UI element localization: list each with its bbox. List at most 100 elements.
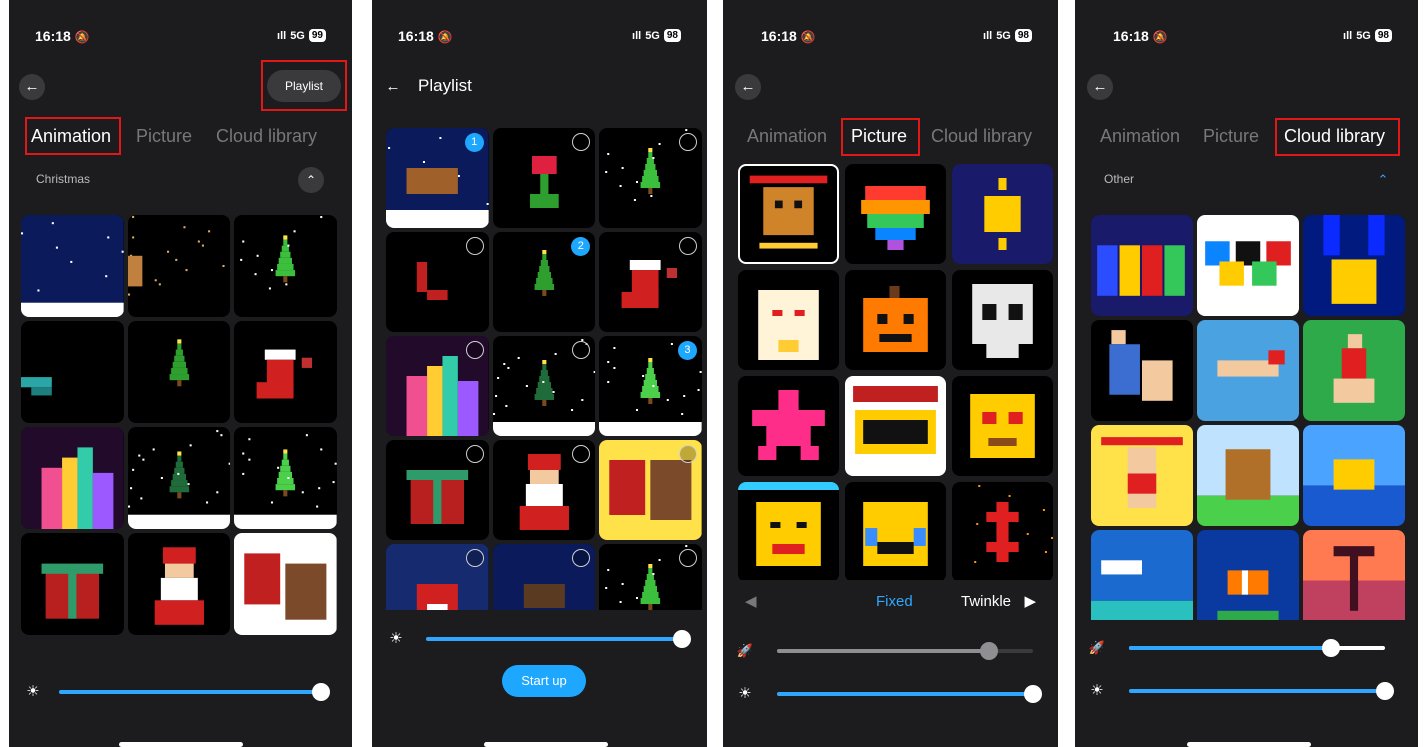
grid-tile-glitter-rain[interactable] xyxy=(127,215,231,317)
selection-order-badge[interactable]: 3 xyxy=(677,341,697,360)
slider-knob[interactable] xyxy=(673,630,691,648)
brightness-slider[interactable]: ☀ xyxy=(735,684,1042,704)
tab-animation[interactable]: Animation xyxy=(747,126,827,147)
next-mode-icon[interactable]: ▶ xyxy=(1024,592,1036,610)
brightness-slider[interactable]: ☀ xyxy=(386,629,691,649)
mode-fixed[interactable]: Fixed xyxy=(876,593,913,610)
grid-tile-weightlifter[interactable] xyxy=(1091,425,1193,526)
grid-tile-clownfish[interactable] xyxy=(1197,530,1299,620)
grid-tile-tree-small[interactable] xyxy=(599,544,702,610)
tab-animation[interactable]: Animation xyxy=(1100,126,1180,147)
back-button[interactable]: ← xyxy=(380,74,406,100)
grid-tile-star[interactable] xyxy=(738,376,839,476)
grid-tile-dollar[interactable] xyxy=(952,482,1053,580)
playlist-button[interactable]: Playlist xyxy=(267,70,341,102)
grid-tile-2024[interactable] xyxy=(1091,215,1193,316)
grid-tile-night-snow[interactable] xyxy=(21,215,124,317)
grid-tile-tree-small[interactable] xyxy=(599,128,702,228)
grid-tile-gift-box[interactable] xyxy=(386,440,489,540)
signal-icon: ıll xyxy=(1343,29,1353,42)
grid-tile-sky[interactable] xyxy=(1091,530,1193,620)
status-bar: 16:18 🔕 ıll 5G 98 xyxy=(372,28,707,48)
select-circle-icon[interactable] xyxy=(678,237,697,255)
collapse-icon[interactable]: ⌃ xyxy=(1370,167,1396,193)
back-button[interactable]: ← xyxy=(1087,74,1113,100)
grid-tile-sun[interactable] xyxy=(952,164,1053,264)
crying-laugh-icon xyxy=(863,502,928,566)
back-button[interactable]: ← xyxy=(735,74,761,100)
grid-tile-santa-reindeer-yellow[interactable] xyxy=(599,440,702,540)
speed-slider[interactable]: 🚀 xyxy=(1087,638,1392,658)
grid-tile-smiley[interactable] xyxy=(738,482,839,580)
grid-tile-snow-tree[interactable] xyxy=(127,427,231,529)
grid-tile-snow-tree[interactable] xyxy=(492,336,596,436)
back-button[interactable]: ← xyxy=(19,74,45,100)
slider-knob[interactable] xyxy=(1322,639,1341,657)
grid-tile-stocking[interactable] xyxy=(599,232,702,332)
grid-tile-reindeer-dark[interactable] xyxy=(492,544,596,610)
grid-tile-red-moon[interactable] xyxy=(386,232,489,332)
select-circle-icon[interactable] xyxy=(465,237,484,255)
grid-tile-heart-eyes[interactable] xyxy=(952,376,1053,476)
tab-cloud-library[interactable]: Cloud library xyxy=(1284,126,1385,147)
tab-animation[interactable]: Animation xyxy=(31,126,111,147)
grid-tile-skull[interactable] xyxy=(952,270,1053,370)
select-circle-icon[interactable] xyxy=(678,133,697,151)
grid-tile-dog[interactable] xyxy=(1197,425,1299,526)
grid-tile-snow-tree-bright[interactable] xyxy=(234,427,337,529)
grid-tile-pumpkin[interactable] xyxy=(845,270,946,370)
grid-tile-santa[interactable] xyxy=(127,533,231,635)
grid-tile-santa[interactable] xyxy=(492,440,596,540)
slider-knob[interactable] xyxy=(1376,682,1394,700)
start-up-button[interactable]: Start up xyxy=(502,665,586,697)
grid-tile-gift-box[interactable] xyxy=(21,533,124,635)
grid-tile-dark-swoosh[interactable] xyxy=(21,321,124,423)
grid-tile-gold-medal[interactable] xyxy=(1303,215,1405,316)
grid-tile-bear[interactable] xyxy=(738,164,839,264)
tab-picture[interactable]: Picture xyxy=(136,126,192,147)
tab-picture[interactable]: Picture xyxy=(1203,126,1259,147)
grid-tile-duck[interactable] xyxy=(1303,425,1405,526)
brightness-icon: ☀ xyxy=(389,630,403,647)
select-circle-icon[interactable] xyxy=(465,341,484,359)
selection-order-badge[interactable]: 1 xyxy=(464,133,484,152)
select-circle-icon[interactable] xyxy=(465,445,484,463)
tab-picture[interactable]: Picture xyxy=(851,126,907,147)
screen-picture: 16:18 🔕 ıll 5G 98 ← Animation Picture Cloud… xyxy=(723,0,1058,747)
grid-tile-reindeer[interactable]: 1 xyxy=(386,128,489,228)
grid-tile-stocking[interactable] xyxy=(234,321,337,423)
grid-tile-olympic-rings[interactable] xyxy=(1197,215,1299,316)
tab-cloud-library[interactable]: Cloud library xyxy=(931,126,1032,147)
grid-tile-aurora[interactable] xyxy=(386,336,489,436)
grid-tile-santa-reindeer[interactable] xyxy=(234,533,337,635)
grid-tile-aurora[interactable] xyxy=(21,427,124,529)
slider-knob[interactable] xyxy=(980,642,999,660)
slider-knob[interactable] xyxy=(1024,685,1042,703)
mode-twinkle[interactable]: Twinkle xyxy=(961,593,1011,610)
grid-tile-rose[interactable] xyxy=(492,128,596,228)
grid-tile-sunset-palm[interactable] xyxy=(1303,530,1405,620)
collapse-icon[interactable]: ⌃ xyxy=(298,167,324,193)
tab-cloud-library[interactable]: Cloud library xyxy=(216,126,317,147)
grid-tile-swimmer[interactable] xyxy=(1197,320,1299,421)
grid-tile-crying-laugh[interactable] xyxy=(845,482,946,580)
speed-slider[interactable]: 🚀 xyxy=(735,641,1040,661)
grid-tile-sale[interactable] xyxy=(845,376,946,476)
brightness-slider[interactable]: ☀ xyxy=(1087,681,1394,701)
select-circle-icon[interactable] xyxy=(678,549,697,567)
select-circle-icon[interactable] xyxy=(465,549,484,567)
grid-tile-lucky-cat[interactable] xyxy=(738,270,839,370)
select-circle-icon[interactable] xyxy=(678,445,697,463)
grid-tile-gymnast[interactable] xyxy=(1091,320,1193,421)
previous-mode-icon[interactable]: ◀ xyxy=(745,592,757,610)
snow-tree-icon xyxy=(127,430,231,529)
grid-tile-tree-small[interactable] xyxy=(234,215,337,317)
grid-tile-snow-tree-bright[interactable]: 3 xyxy=(599,336,702,436)
grid-tile-green-tree[interactable] xyxy=(127,321,231,423)
grid-tile-house[interactable] xyxy=(386,544,489,610)
grid-tile-green-tree[interactable]: 2 xyxy=(492,232,596,332)
slider-knob[interactable] xyxy=(312,683,330,701)
brightness-slider[interactable]: ☀ xyxy=(23,682,330,702)
grid-tile-rainbow-heart[interactable] xyxy=(845,164,946,264)
grid-tile-runner[interactable] xyxy=(1303,320,1405,421)
